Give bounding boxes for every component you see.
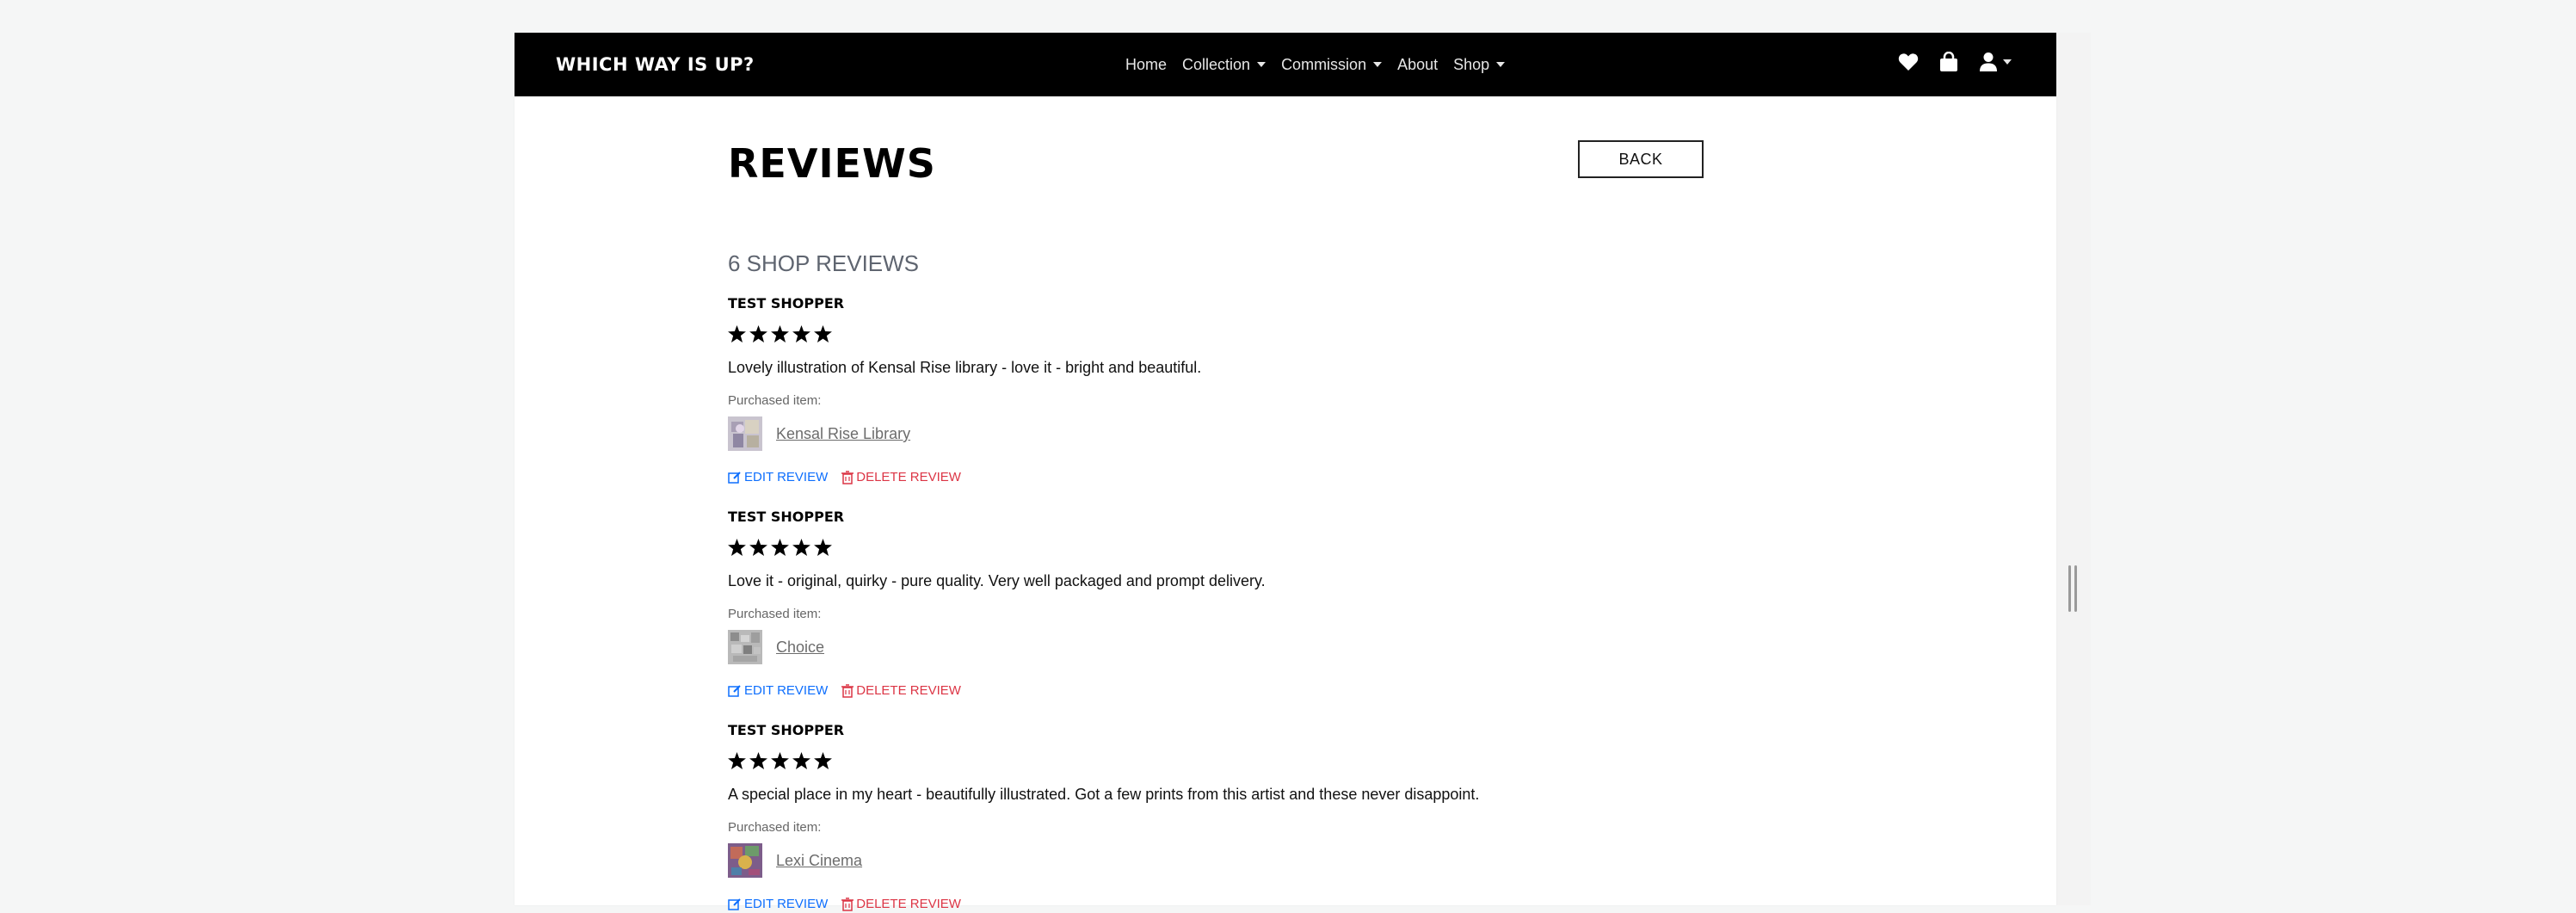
star-icon	[728, 539, 746, 556]
edit-review-label: EDIT REVIEW	[744, 897, 829, 911]
brand-logo[interactable]: Which Way Is Up?	[556, 52, 755, 77]
reviewer-name: Test Shopper	[728, 509, 845, 525]
product-thumbnail[interactable]	[728, 843, 762, 878]
delete-review-label: DELETE REVIEW	[856, 470, 961, 484]
edit-icon	[728, 472, 741, 484]
star-icon	[771, 325, 789, 342]
delete-review-button[interactable]: DELETE REVIEW	[841, 682, 961, 700]
purchased-item-link[interactable]: Kensal Rise Library	[776, 423, 910, 444]
side-panel	[2056, 33, 2091, 905]
reviewer-name: Test Shopper	[728, 295, 845, 312]
star-icon	[814, 752, 832, 769]
navbar: Which Way Is Up? Home Collection Commiss…	[515, 33, 2056, 96]
nav-home[interactable]: Home	[1125, 53, 1167, 76]
review-actions: EDIT REVIEW DELETE REVIEW	[728, 896, 961, 913]
nav-shop[interactable]: Shop	[1453, 53, 1506, 76]
edit-icon	[728, 898, 741, 910]
nav-collection[interactable]: Collection	[1182, 53, 1266, 76]
star-rating	[728, 752, 832, 769]
page-frame: Which Way Is Up? Home Collection Commiss…	[515, 33, 2056, 911]
edit-review-label: EDIT REVIEW	[744, 470, 829, 484]
trash-icon	[841, 898, 854, 911]
star-icon	[792, 539, 810, 556]
edit-review-button[interactable]: EDIT REVIEW	[728, 682, 828, 700]
delete-review-button[interactable]: DELETE REVIEW	[841, 896, 961, 913]
review-actions: EDIT REVIEW DELETE REVIEW	[728, 682, 961, 700]
trash-icon	[841, 471, 854, 484]
trash-icon	[841, 684, 854, 698]
edit-review-button[interactable]: EDIT REVIEW	[728, 469, 828, 486]
caret-down-icon	[1257, 62, 1266, 67]
page-title: Reviews	[728, 140, 936, 187]
nav-icons	[1898, 52, 2012, 72]
delete-review-label: DELETE REVIEW	[856, 897, 961, 911]
star-icon	[728, 325, 746, 342]
star-icon	[749, 325, 767, 342]
user-icon[interactable]	[1979, 52, 2012, 72]
heart-icon[interactable]	[1898, 52, 1919, 71]
star-icon	[749, 539, 767, 556]
nav-shop-label: Shop	[1453, 56, 1490, 73]
review-actions: EDIT REVIEW DELETE REVIEW	[728, 469, 961, 486]
nav-commission-label: Commission	[1281, 56, 1367, 73]
caret-down-icon	[1373, 62, 1383, 67]
edit-review-button[interactable]: EDIT REVIEW	[728, 896, 828, 913]
nav-collection-label: Collection	[1182, 56, 1251, 73]
shopping-bag-icon[interactable]	[1939, 52, 1958, 72]
edit-icon	[728, 685, 741, 697]
star-rating	[728, 325, 832, 342]
delete-review-label: DELETE REVIEW	[856, 683, 961, 698]
star-icon	[771, 752, 789, 769]
purchased-item-label: Purchased item:	[728, 820, 822, 835]
nav-commission[interactable]: Commission	[1281, 53, 1383, 76]
caret-down-icon	[1496, 62, 1506, 67]
star-icon	[792, 325, 810, 342]
star-icon	[814, 325, 832, 342]
star-icon	[792, 752, 810, 769]
star-icon	[814, 539, 832, 556]
star-icon	[728, 752, 746, 769]
resize-handle[interactable]	[2068, 565, 2079, 612]
product-thumbnail[interactable]	[728, 630, 762, 664]
star-icon	[771, 539, 789, 556]
caret-down-icon	[2003, 59, 2012, 65]
star-icon	[749, 752, 767, 769]
reviewer-name: Test Shopper	[728, 722, 845, 738]
review-text: A special place in my heart - beautifull…	[728, 786, 1480, 803]
review-text: Love it - original, quirky - pure qualit…	[728, 572, 1266, 589]
purchased-item-link[interactable]: Choice	[776, 637, 824, 657]
product-thumbnail[interactable]	[728, 416, 762, 451]
purchased-item-link[interactable]: Lexi Cinema	[776, 850, 862, 871]
nav-home-label: Home	[1125, 56, 1168, 73]
edit-review-label: EDIT REVIEW	[744, 683, 829, 698]
nav-about[interactable]: About	[1397, 53, 1438, 76]
purchased-item-label: Purchased item:	[728, 393, 822, 408]
nav-about-label: About	[1397, 56, 1439, 73]
back-button[interactable]: BACK	[1578, 140, 1704, 178]
purchased-item-label: Purchased item:	[728, 607, 822, 621]
nav-links: Home Collection Commission About Shop	[1125, 53, 1506, 76]
delete-review-button[interactable]: DELETE REVIEW	[841, 469, 961, 486]
star-rating	[728, 539, 832, 556]
reviews-count-heading: 6 SHOP REVIEWS	[728, 250, 920, 276]
review-text: Lovely illustration of Kensal Rise libra…	[728, 359, 1202, 376]
